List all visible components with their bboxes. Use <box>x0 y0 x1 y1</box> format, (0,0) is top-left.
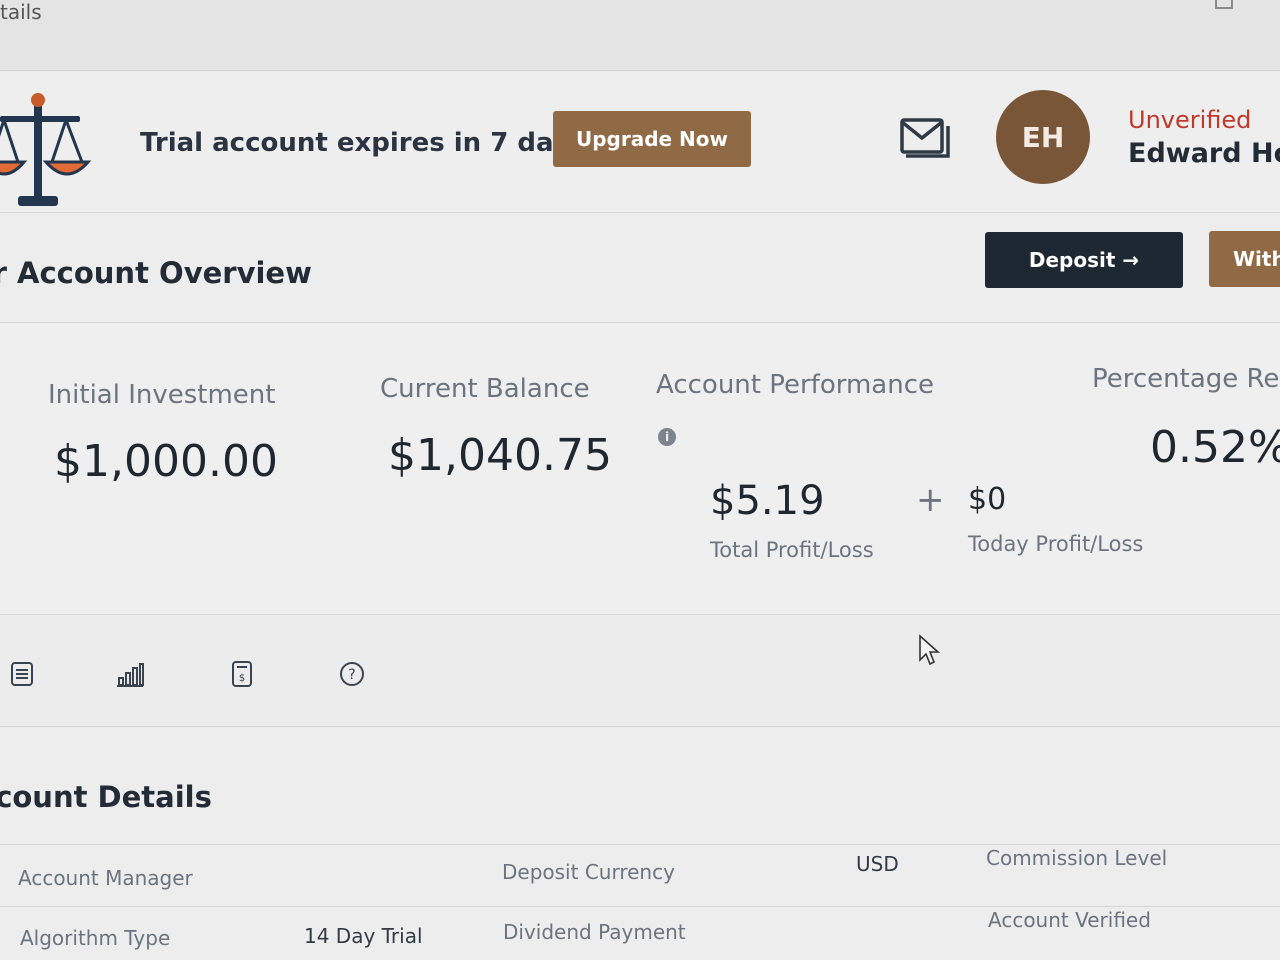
account-performance-label: Account Performance <box>656 370 935 400</box>
percentage-return-value: 0.52% <box>1150 422 1280 473</box>
invoice-dollar-icon[interactable]: $ <box>228 660 256 688</box>
account-manager-label: Account Manager <box>18 866 193 890</box>
account-overview-bar: ur Account Overview Deposit → With <box>0 214 1280 323</box>
svg-text:?: ? <box>348 667 355 683</box>
account-verified-label: Account Verified <box>988 908 1151 932</box>
browser-tab-strip: tails <box>0 0 1280 71</box>
dividend-payment-label: Dividend Payment <box>503 920 686 944</box>
window-icon[interactable] <box>1214 0 1234 12</box>
percentage-return-label: Percentage Re <box>1092 364 1280 394</box>
account-stats: Initial Investment $1,000.00 Current Bal… <box>0 324 1280 615</box>
total-profit-loss-label: Total Profit/Loss <box>710 538 874 562</box>
upgrade-now-button[interactable]: Upgrade Now <box>553 111 751 167</box>
initial-investment-value: $1,000.00 <box>54 436 278 487</box>
avatar-initials: EH <box>1021 120 1065 154</box>
account-overview-title: ur Account Overview <box>0 256 312 290</box>
svg-text:$: $ <box>239 673 245 684</box>
list-document-icon[interactable] <box>8 660 36 688</box>
trial-expiry-message: Trial account expires in 7 days <box>140 128 586 158</box>
bar-chart-icon[interactable] <box>116 660 144 688</box>
deposit-button[interactable]: Deposit → <box>985 232 1183 288</box>
user-name[interactable]: Edward Hof <box>1128 138 1280 169</box>
mouse-cursor-icon <box>919 634 941 666</box>
deposit-currency-value: USD <box>856 852 899 876</box>
account-details-section: ccount Details Account Manager Deposit C… <box>0 728 1280 960</box>
plus-sign: + <box>916 480 945 520</box>
algorithm-type-value: 14 Day Trial <box>304 924 423 948</box>
info-icon-glyph: i <box>664 430 670 444</box>
today-profit-loss-label: Today Profit/Loss <box>968 532 1144 556</box>
account-details-title: ccount Details <box>0 780 212 814</box>
commission-level-label: Commission Level <box>986 846 1168 870</box>
deposit-currency-label: Deposit Currency <box>502 860 675 884</box>
details-divider <box>0 906 1280 907</box>
tab-title[interactable]: tails <box>0 0 42 24</box>
scales-logo-icon[interactable] <box>0 90 100 215</box>
current-balance-value: $1,040.75 <box>388 430 612 481</box>
mail-icon[interactable] <box>898 114 950 162</box>
withdraw-button[interactable]: With <box>1209 231 1280 287</box>
details-divider <box>0 844 1280 845</box>
page: tails Trial account expires in 7 days Up… <box>0 0 1280 960</box>
section-icon-toolbar: $ ? <box>0 616 1280 727</box>
user-avatar[interactable]: EH <box>996 90 1090 184</box>
info-icon[interactable]: i <box>658 428 676 446</box>
top-header: Trial account expires in 7 days Upgrade … <box>0 72 1280 213</box>
initial-investment-label: Initial Investment <box>48 380 276 410</box>
current-balance-label: Current Balance <box>380 374 590 404</box>
help-circle-icon[interactable]: ? <box>338 660 366 688</box>
total-profit-loss-value: $5.19 <box>710 478 825 524</box>
algorithm-type-label: Algorithm Type <box>20 926 171 950</box>
today-profit-loss-value: $0 <box>968 482 1007 517</box>
verification-status: Unverified <box>1128 106 1252 134</box>
